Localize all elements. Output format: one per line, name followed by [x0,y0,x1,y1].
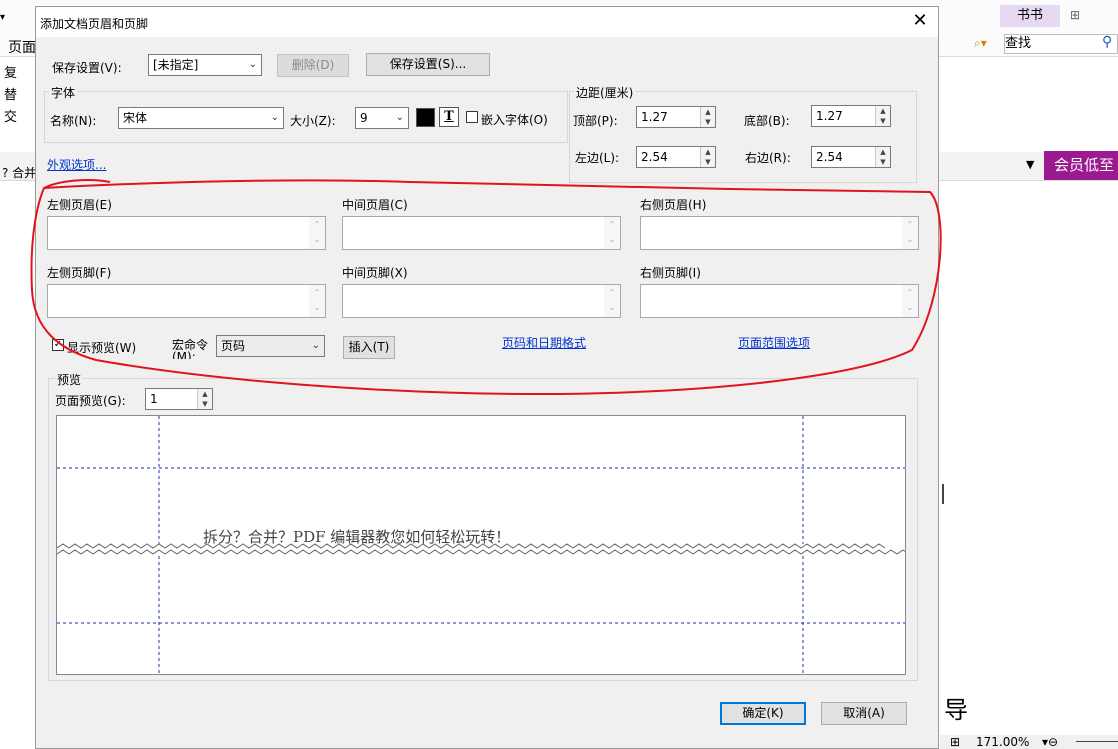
annotation-loop [30,179,942,396]
red-annotation [30,179,942,396]
